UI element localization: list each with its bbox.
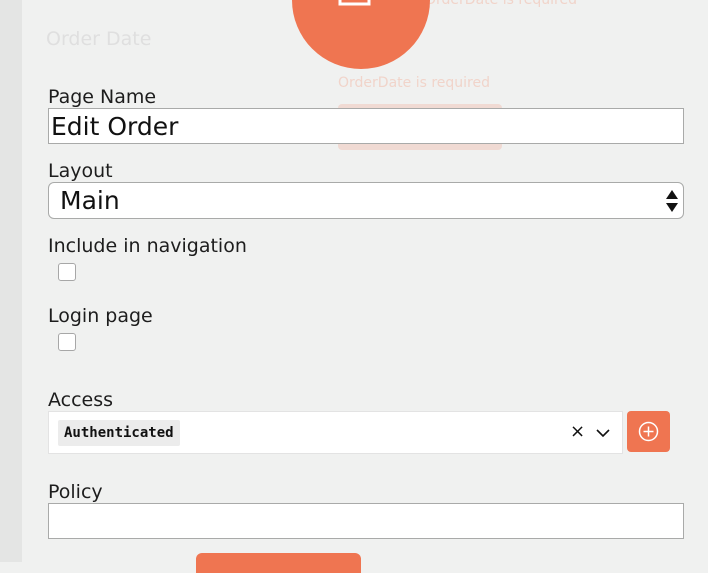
- login-page-label: Login page: [48, 305, 153, 327]
- left-edge-panel: [0, 0, 22, 562]
- edit-page-circle-button[interactable]: [292, 0, 430, 69]
- access-multiselect[interactable]: Authenticated ×: [48, 411, 623, 454]
- background-order-date-label: Order Date: [46, 28, 152, 50]
- layout-selected-value: Main: [60, 186, 120, 215]
- include-in-navigation-checkbox[interactable]: [58, 263, 76, 281]
- chevron-down-icon[interactable]: [595, 425, 611, 441]
- background-required-message: OrderDate is required: [425, 0, 577, 8]
- policy-label: Policy: [48, 481, 103, 503]
- access-label: Access: [48, 389, 114, 411]
- plus-circle-icon: [638, 421, 659, 442]
- include-in-navigation-label: Include in navigation: [48, 235, 247, 257]
- page-name-label: Page Name: [48, 86, 157, 108]
- background-required-message: OrderDate is required: [338, 75, 490, 91]
- page-name-input[interactable]: Edit Order: [48, 108, 684, 144]
- clear-selection-icon[interactable]: ×: [570, 421, 585, 443]
- access-tag-authenticated[interactable]: Authenticated: [58, 420, 180, 446]
- policy-input[interactable]: [48, 503, 684, 539]
- updown-arrows-icon: [666, 190, 678, 212]
- save-button[interactable]: [196, 553, 361, 573]
- layout-label: Layout: [48, 160, 113, 182]
- layout-select[interactable]: Main: [48, 182, 684, 219]
- login-page-checkbox[interactable]: [58, 333, 76, 351]
- add-access-button[interactable]: [627, 411, 670, 452]
- edit-note-icon: [338, 0, 371, 6]
